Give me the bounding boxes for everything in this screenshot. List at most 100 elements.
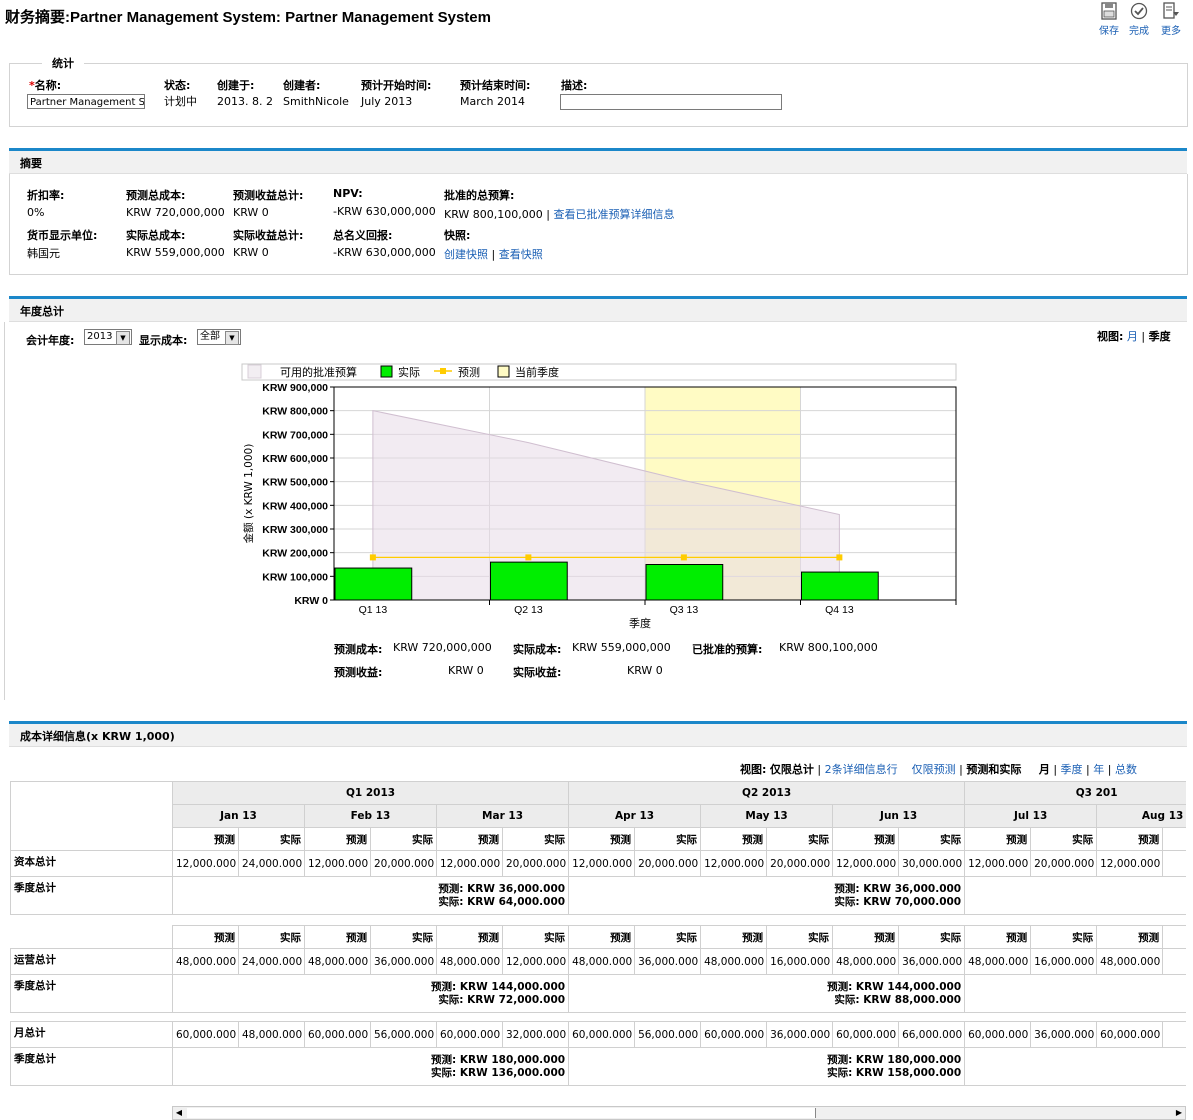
month-header: Mar 13 — [435, 804, 570, 828]
y-tick-label: KRW 800,000 — [262, 406, 328, 418]
row-label: 月总计 — [10, 1021, 173, 1048]
quarter-total-row: 季度总计 预测: KRW 36,000.000 实际: KRW 64,000.000… — [10, 876, 1186, 915]
forecast-header: 预测 — [304, 925, 371, 949]
actual-header: 实际 — [1162, 827, 1186, 851]
quarter-total-q1: 预测: KRW 36,000.000 实际: KRW 64,000.000 — [171, 876, 570, 915]
value-cell: 12,000.000 — [501, 948, 570, 975]
month-header: Feb 13 — [304, 804, 437, 828]
value-cell: 40, — [1162, 948, 1186, 975]
period-quarter-link[interactable]: 季度 — [1061, 763, 1083, 776]
y-tick-label: KRW 600,000 — [262, 453, 328, 465]
chart-forecast-benefit-value: KRW 0 — [448, 664, 484, 677]
period-total-link[interactable]: 总数 — [1115, 763, 1137, 776]
chart-actual-cost-value: KRW 559,000,000 — [572, 641, 671, 654]
quarter-total-q3 — [964, 974, 1186, 1013]
forecast-header: 预测 — [832, 827, 900, 851]
actual-header: 实际 — [898, 925, 966, 949]
y-tick-label: KRW 300,000 — [262, 524, 328, 536]
value-cell: 12,000.000 — [832, 850, 900, 877]
cost-view-bar: 视图: 仅限总计 | 2条详细信息行 仅限预测 | 预测和实际 月 | 季度 |… — [740, 763, 1137, 776]
value-cell: 56,000.000 — [370, 1021, 437, 1048]
actual-header: 实际 — [1030, 827, 1098, 851]
forecast-header: 预测 — [304, 827, 371, 851]
chart-forecast-benefit-label: 预测收益: — [334, 666, 383, 679]
forecast-header: 预测 — [964, 827, 1032, 851]
value-cell: 12,000.000 — [172, 850, 239, 877]
table-row: 运营总计 48,000.000 24,000.000 48,000.000 36,000… — [10, 948, 1186, 975]
value-cell: 60,000.000 — [304, 1021, 371, 1048]
row-label: 资本总计 — [10, 850, 173, 877]
value-cell: 48,000.000 — [436, 948, 503, 975]
forecast-header: 预测 — [436, 827, 503, 851]
cost-table-viewport: Q1 2013 Q2 2013 Q3 201 Jan 13 Feb 13 Mar 13 Ap… — [10, 781, 1186, 1106]
horizontal-scrollbar[interactable]: ◀ ▶ — [172, 1106, 1186, 1120]
scrollbar-thumb[interactable] — [187, 1108, 816, 1118]
x-tick-label: Q3 13 — [670, 604, 699, 616]
legend-forecast-label: 预测 — [458, 366, 480, 379]
period-year-link[interactable]: 年 — [1093, 763, 1104, 776]
quarter-forecast: 预测: KRW 36,000.000 — [438, 882, 566, 895]
cost-table: Q1 2013 Q2 2013 Q3 201 Jan 13 Feb 13 Mar 13 Ap… — [10, 781, 1186, 1086]
value-cell: 32,000.000 — [501, 1021, 570, 1048]
forecast-header: 预测 — [172, 827, 239, 851]
legend-actual-label: 实际 — [398, 365, 420, 379]
value-cell: 48,000.000 — [832, 948, 900, 975]
quarter-actual: 实际: KRW 72,000.000 — [438, 993, 566, 1006]
value-cell: 16,000.000 — [1030, 948, 1098, 975]
view-2rows-link[interactable]: 2条详细信息行 — [825, 763, 898, 776]
x-tick-label: Q2 13 — [514, 604, 543, 616]
value-cell: 20,000.000 — [1030, 850, 1098, 877]
scroll-right-icon[interactable]: ▶ — [1173, 1107, 1185, 1119]
value-cell: 36,000.000 — [634, 948, 702, 975]
quarter-forecast: 预测: KRW 144,000.000 — [431, 980, 566, 993]
forecast-header: 预测 — [568, 925, 636, 949]
spacer-row — [11, 915, 1187, 926]
value-cell: 16,000.000 — [766, 948, 834, 975]
value-cell: 12,000.000 — [1096, 850, 1164, 877]
legend-actual-swatch — [380, 365, 393, 378]
value-cell: 24,000.000 — [238, 948, 305, 975]
value-cell: 60,000.000 — [436, 1021, 503, 1048]
quarter-total-row: 季度总计 预测: KRW 144,000.000 实际: KRW 72,000.00… — [10, 974, 1186, 1013]
spacer — [11, 915, 1187, 926]
value-cell: 30,000.000 — [898, 850, 966, 877]
quarter-total-label: 季度总计 — [10, 876, 173, 915]
view-forecast-only-link[interactable]: 仅限预测 — [912, 763, 956, 776]
y-tick-label: KRW 0 — [294, 595, 328, 607]
actual-header: 实际 — [501, 827, 570, 851]
scroll-left-icon[interactable]: ◀ — [173, 1107, 185, 1119]
chart-approved-value: KRW 800,100,000 — [779, 641, 878, 654]
actual-header: 实际 — [238, 827, 305, 851]
value-cell: 60,000.000 — [1096, 1021, 1164, 1048]
chart-actual-benefit-label: 实际收益: — [513, 666, 562, 679]
month-header: May 13 — [700, 804, 834, 828]
y-tick-label: KRW 500,000 — [262, 477, 328, 489]
actual-header: 实际 — [238, 925, 305, 949]
forecast-header: 预测 — [1096, 827, 1164, 851]
annual-chart: KRW 0 KRW 100,000 KRW 200,000 KRW 300,000 KR… — [241, 363, 957, 630]
value-cell: 60,000.000 — [172, 1021, 239, 1048]
actual-bar — [334, 567, 413, 601]
forecast-point — [836, 554, 843, 561]
actual-header: 实际 — [370, 925, 437, 949]
value-cell: 48,000.000 — [568, 948, 636, 975]
view-totals-only: 仅限总计 — [769, 763, 814, 776]
spacer — [11, 1013, 1187, 1022]
chart-approved-label: 已批准的预算: — [692, 643, 763, 656]
actual-header: 实际 — [634, 925, 702, 949]
forecast-header: 预测 — [832, 925, 900, 949]
value-cell: 60,000.000 — [964, 1021, 1032, 1048]
quarter-header: Q3 201 — [964, 781, 1186, 805]
y-tick-label: KRW 900,000 — [262, 382, 328, 394]
forecast-header: 预测 — [700, 925, 768, 949]
value-cell: 36,000.000 — [898, 948, 966, 975]
quarter-total-q3 — [964, 1047, 1186, 1086]
actual-header: 实际 — [898, 827, 966, 851]
x-axis-label: 季度 — [629, 616, 651, 630]
actual-header: 实际 — [370, 827, 437, 851]
value-cell: 48,000.000 — [1096, 948, 1164, 975]
quarter-total-q1: 预测: KRW 180,000.000 实际: KRW 136,000.000 — [171, 1047, 570, 1086]
quarter-actual: 实际: KRW 64,000.000 — [438, 895, 566, 908]
view-forecast-actual: 预测和实际 — [966, 763, 1022, 776]
x-tick-label: Q1 13 — [359, 604, 388, 616]
